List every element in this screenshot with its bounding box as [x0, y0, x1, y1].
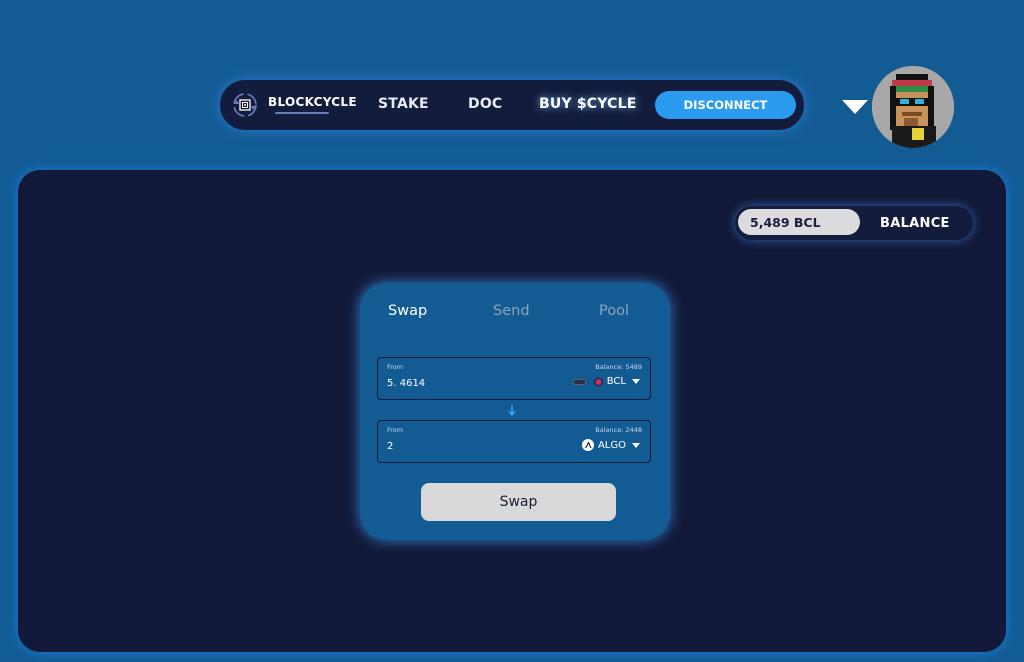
from-field-label: From: [387, 363, 404, 371]
balance-label: BALANCE: [880, 216, 950, 231]
top-navbar: BLOCKCYCLE STAKE DOC BUY $CYCLE DISCONNE…: [220, 80, 804, 130]
bcl-token-icon: [593, 376, 603, 387]
to-field-label: From: [387, 426, 404, 434]
nav-link-stake[interactable]: STAKE: [378, 96, 429, 112]
nav-link-buy-cycle[interactable]: BUY $CYCLE: [539, 96, 636, 112]
nav-link-doc[interactable]: DOC: [468, 96, 502, 112]
caret-down-icon: [632, 379, 640, 384]
max-badge[interactable]: [572, 378, 586, 385]
to-token-name: ALGO: [597, 439, 626, 451]
to-token-select[interactable]: ALGO: [581, 439, 640, 451]
from-token-name: BCL: [606, 376, 626, 387]
caret-down-icon: [632, 442, 640, 448]
to-field-balance: Balance: 2448: [595, 426, 642, 434]
from-amount-input[interactable]: 5. 4614: [387, 378, 537, 389]
algo-token-icon: [581, 439, 594, 451]
avatar-pixel-art-icon: [872, 66, 954, 148]
to-field[interactable]: From Balance: 2448 2 ALGO: [377, 420, 651, 463]
blockcycle-logo-icon: [233, 93, 257, 117]
arrow-down-icon[interactable]: [507, 404, 517, 416]
swap-button[interactable]: Swap: [421, 483, 616, 521]
from-field[interactable]: From Balance: 5489 5. 4614 BCL: [377, 357, 651, 400]
blockcycle-logo[interactable]: BLOCKCYCLE: [230, 88, 370, 122]
disconnect-button[interactable]: DISCONNECT: [655, 91, 796, 119]
swap-card: Swap Send Pool From Balance: 5489 5. 461…: [360, 283, 670, 540]
logo-underline: [275, 112, 329, 114]
balance-pill: 5,489 BCL BALANCE: [735, 206, 973, 240]
logo-text: BLOCKCYCLE: [268, 95, 357, 109]
chevron-down-icon[interactable]: [842, 100, 868, 114]
tab-pool[interactable]: Pool: [599, 303, 629, 319]
tab-send[interactable]: Send: [493, 303, 530, 319]
avatar[interactable]: [872, 66, 954, 148]
from-field-balance: Balance: 5489: [595, 363, 642, 371]
from-token-select[interactable]: BCL: [572, 376, 640, 387]
tab-swap[interactable]: Swap: [388, 303, 427, 319]
balance-amount: 5,489 BCL: [738, 209, 860, 235]
to-amount-input[interactable]: 2: [387, 441, 537, 452]
